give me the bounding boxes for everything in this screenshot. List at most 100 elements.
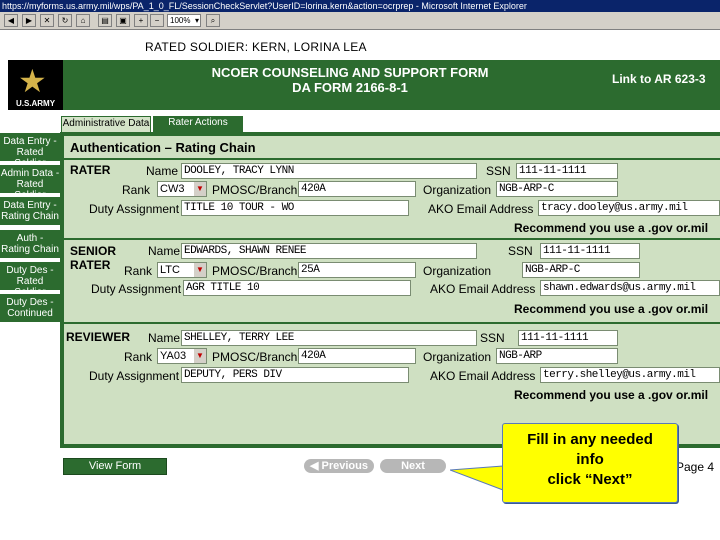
senior-rater-org-field[interactable]: NGB-ARP-C — [522, 262, 640, 278]
rater-ssn-label: SSN — [486, 164, 511, 178]
nav-line1: Duty Des - — [6, 265, 54, 276]
nav-item-data-entry-rated-soldier[interactable]: Data Entry - Rated Soldier — [0, 133, 60, 169]
divider — [64, 322, 720, 324]
senior-rater-email-field[interactable]: shawn.edwards@us.army.mil — [540, 280, 720, 296]
reviewer-pmosc-field[interactable]: 420A — [298, 348, 416, 364]
callout-pointer — [450, 465, 504, 491]
senior-rater-ssn-label: SSN — [508, 244, 533, 258]
callout-line1: Fill in any needed — [527, 431, 653, 448]
nav-item-duty-des-rated-soldier[interactable]: Duty Des - Rated Soldier — [0, 262, 60, 298]
senior-rater-name-field[interactable]: EDWARDS, SHAWN RENEE — [181, 243, 477, 259]
instruction-callout: Fill in any needed info click “Next” — [502, 423, 678, 503]
ar-623-3-link[interactable]: Link to AR 623-3 — [612, 72, 706, 86]
form-title-line2: DA FORM 2166-8-1 — [292, 80, 408, 95]
reviewer-duty-field[interactable]: DEPUTY, PERS DIV — [181, 367, 409, 383]
reviewer-email-field[interactable]: terry.shelley@us.army.mil — [540, 367, 720, 383]
senior-rater-org-label: Organization — [423, 264, 492, 278]
stop-icon[interactable]: ✕ — [40, 14, 54, 27]
reviewer-org-field[interactable]: NGB-ARP — [496, 348, 618, 364]
army-star-icon: ★ — [18, 63, 47, 99]
rated-soldier-line: RATED SOLDIER: KERN, LORINA LEA — [145, 40, 367, 54]
form-title-line1: NCOER COUNSELING AND SUPPORT FORM — [211, 65, 489, 80]
rater-org-label: Organization — [423, 183, 492, 197]
previous-arrow-icon: ◀ — [310, 460, 322, 472]
nav-line2: Rating Chain — [1, 244, 59, 255]
print-icon[interactable]: ▤ — [98, 14, 112, 27]
previous-label: Previous — [321, 460, 368, 472]
tab-administrative-data[interactable]: Administrative Data — [61, 116, 151, 132]
rater-name-label: Name — [146, 164, 179, 178]
army-logo-text: U.S.ARMY — [15, 99, 56, 108]
nav-item-data-entry-rating-chain[interactable]: Data Entry - Rating Chain — [0, 197, 60, 227]
senior-rater-duty-field[interactable]: AGR TITLE 10 — [183, 280, 411, 296]
chevron-down-icon[interactable]: ▼ — [194, 349, 206, 363]
nav-line1: Auth - — [16, 233, 44, 244]
rater-email-field[interactable]: tracy.dooley@us.army.mil — [538, 200, 720, 216]
next-label: Next — [401, 460, 425, 472]
senior-rater-pmosc-field[interactable]: 25A — [298, 262, 416, 278]
army-logo: ★ U.S.ARMY — [8, 60, 63, 110]
refresh-icon[interactable]: ↻ — [58, 14, 72, 27]
rater-duty-field[interactable]: TITLE 10 TOUR - WO — [181, 200, 409, 216]
zoom-in-icon[interactable]: + — [134, 14, 148, 27]
browser-title-bar: https://myforms.us.army.mil/wps/PA_1_0_F… — [0, 0, 720, 12]
page-number: Page 4 — [676, 460, 715, 474]
rater-pmosc-label: PMOSC/Branch — [212, 183, 298, 197]
next-button[interactable]: Next — [380, 459, 446, 473]
reviewer-ssn-field[interactable]: 111-11-1111 — [518, 330, 618, 346]
rater-duty-label: Duty Assignment — [89, 202, 180, 216]
section-title: Authentication – Rating Chain — [70, 140, 256, 155]
reviewer-recommend-note: Recommend you use a .gov or.mil — [514, 388, 709, 402]
reviewer-rank-value: YA03 — [160, 350, 187, 362]
rater-org-field[interactable]: NGB-ARP-C — [496, 181, 618, 197]
reviewer-email-label: AKO Email Address — [430, 369, 536, 383]
forward-icon[interactable]: ▶ — [22, 14, 36, 27]
rater-rank-select[interactable]: CW3 ▼ — [157, 181, 207, 197]
view-form-button[interactable]: View Form — [63, 458, 167, 475]
nav-line1: Admin Data - — [0, 168, 60, 179]
nav-line1: Data Entry - — [3, 136, 57, 147]
save-icon[interactable]: ▣ — [116, 14, 130, 27]
reviewer-section-label: REVIEWER — [66, 330, 131, 344]
chevron-down-icon[interactable]: ▼ — [194, 263, 206, 277]
divider — [64, 238, 720, 240]
senior-rater-ssn-field[interactable]: 111-11-1111 — [540, 243, 640, 259]
find-icon[interactable]: ⌕ — [206, 14, 220, 27]
reviewer-rank-label: Rank — [124, 350, 153, 364]
reviewer-name-label: Name — [148, 331, 181, 345]
browser-toolbar: ◀ ▶ ✕ ↻ ⌂ ▤ ▣ + − 100% ⌕ — [0, 12, 720, 30]
nav-line2: Rating Chain — [1, 211, 59, 222]
home-icon[interactable]: ⌂ — [76, 14, 90, 27]
rater-rank-value: CW3 — [160, 183, 185, 195]
senior-rater-pmosc-label: PMOSC/Branch — [212, 264, 298, 278]
rater-ssn-field[interactable]: 111-11-1111 — [516, 163, 618, 179]
chevron-down-icon[interactable]: ▼ — [194, 182, 206, 196]
form-title: NCOER COUNSELING AND SUPPORT FORM DA FOR… — [140, 65, 560, 95]
rater-rank-label: Rank — [122, 183, 151, 197]
rater-name-field[interactable]: DOOLEY, TRACY LYNN — [181, 163, 477, 179]
nav-item-duty-des-continued[interactable]: Duty Des - Continued — [0, 294, 60, 324]
nav-item-auth-rating-chain[interactable]: Auth - Rating Chain — [0, 230, 60, 260]
rater-pmosc-field[interactable]: 420A — [298, 181, 416, 197]
senior-rater-rank-value: LTC — [160, 264, 180, 276]
reviewer-rank-select[interactable]: YA03 ▼ — [157, 348, 207, 364]
rater-email-label: AKO Email Address — [428, 202, 534, 216]
zoom-out-icon[interactable]: − — [150, 14, 164, 27]
reviewer-name-field[interactable]: SHELLEY, TERRY LEE — [181, 330, 477, 346]
tab-rater-actions[interactable]: Rater Actions — [153, 116, 243, 132]
back-icon[interactable]: ◀ — [4, 14, 18, 27]
reviewer-pmosc-label: PMOSC/Branch — [212, 350, 298, 364]
rater-section-label: RATER — [70, 163, 111, 177]
nav-line1: Data Entry - — [3, 200, 57, 211]
senior-rater-rank-select[interactable]: LTC ▼ — [157, 262, 207, 278]
nav-line1: Duty Des - — [6, 297, 54, 308]
zoom-select[interactable]: 100% — [167, 14, 201, 27]
senior-rater-label-line1: SENIOR — [70, 244, 117, 258]
reviewer-duty-label: Duty Assignment — [89, 369, 180, 383]
senior-rater-rank-label: Rank — [124, 264, 153, 278]
nav-line2: Continued — [7, 308, 53, 319]
nav-item-admin-data-rated-soldier[interactable]: Admin Data - Rated Soldier — [0, 165, 60, 201]
previous-button[interactable]: ◀ Previous — [304, 459, 374, 473]
senior-rater-section-label: SENIOR RATER — [70, 244, 116, 272]
callout-line3: click “Next” — [547, 471, 633, 488]
